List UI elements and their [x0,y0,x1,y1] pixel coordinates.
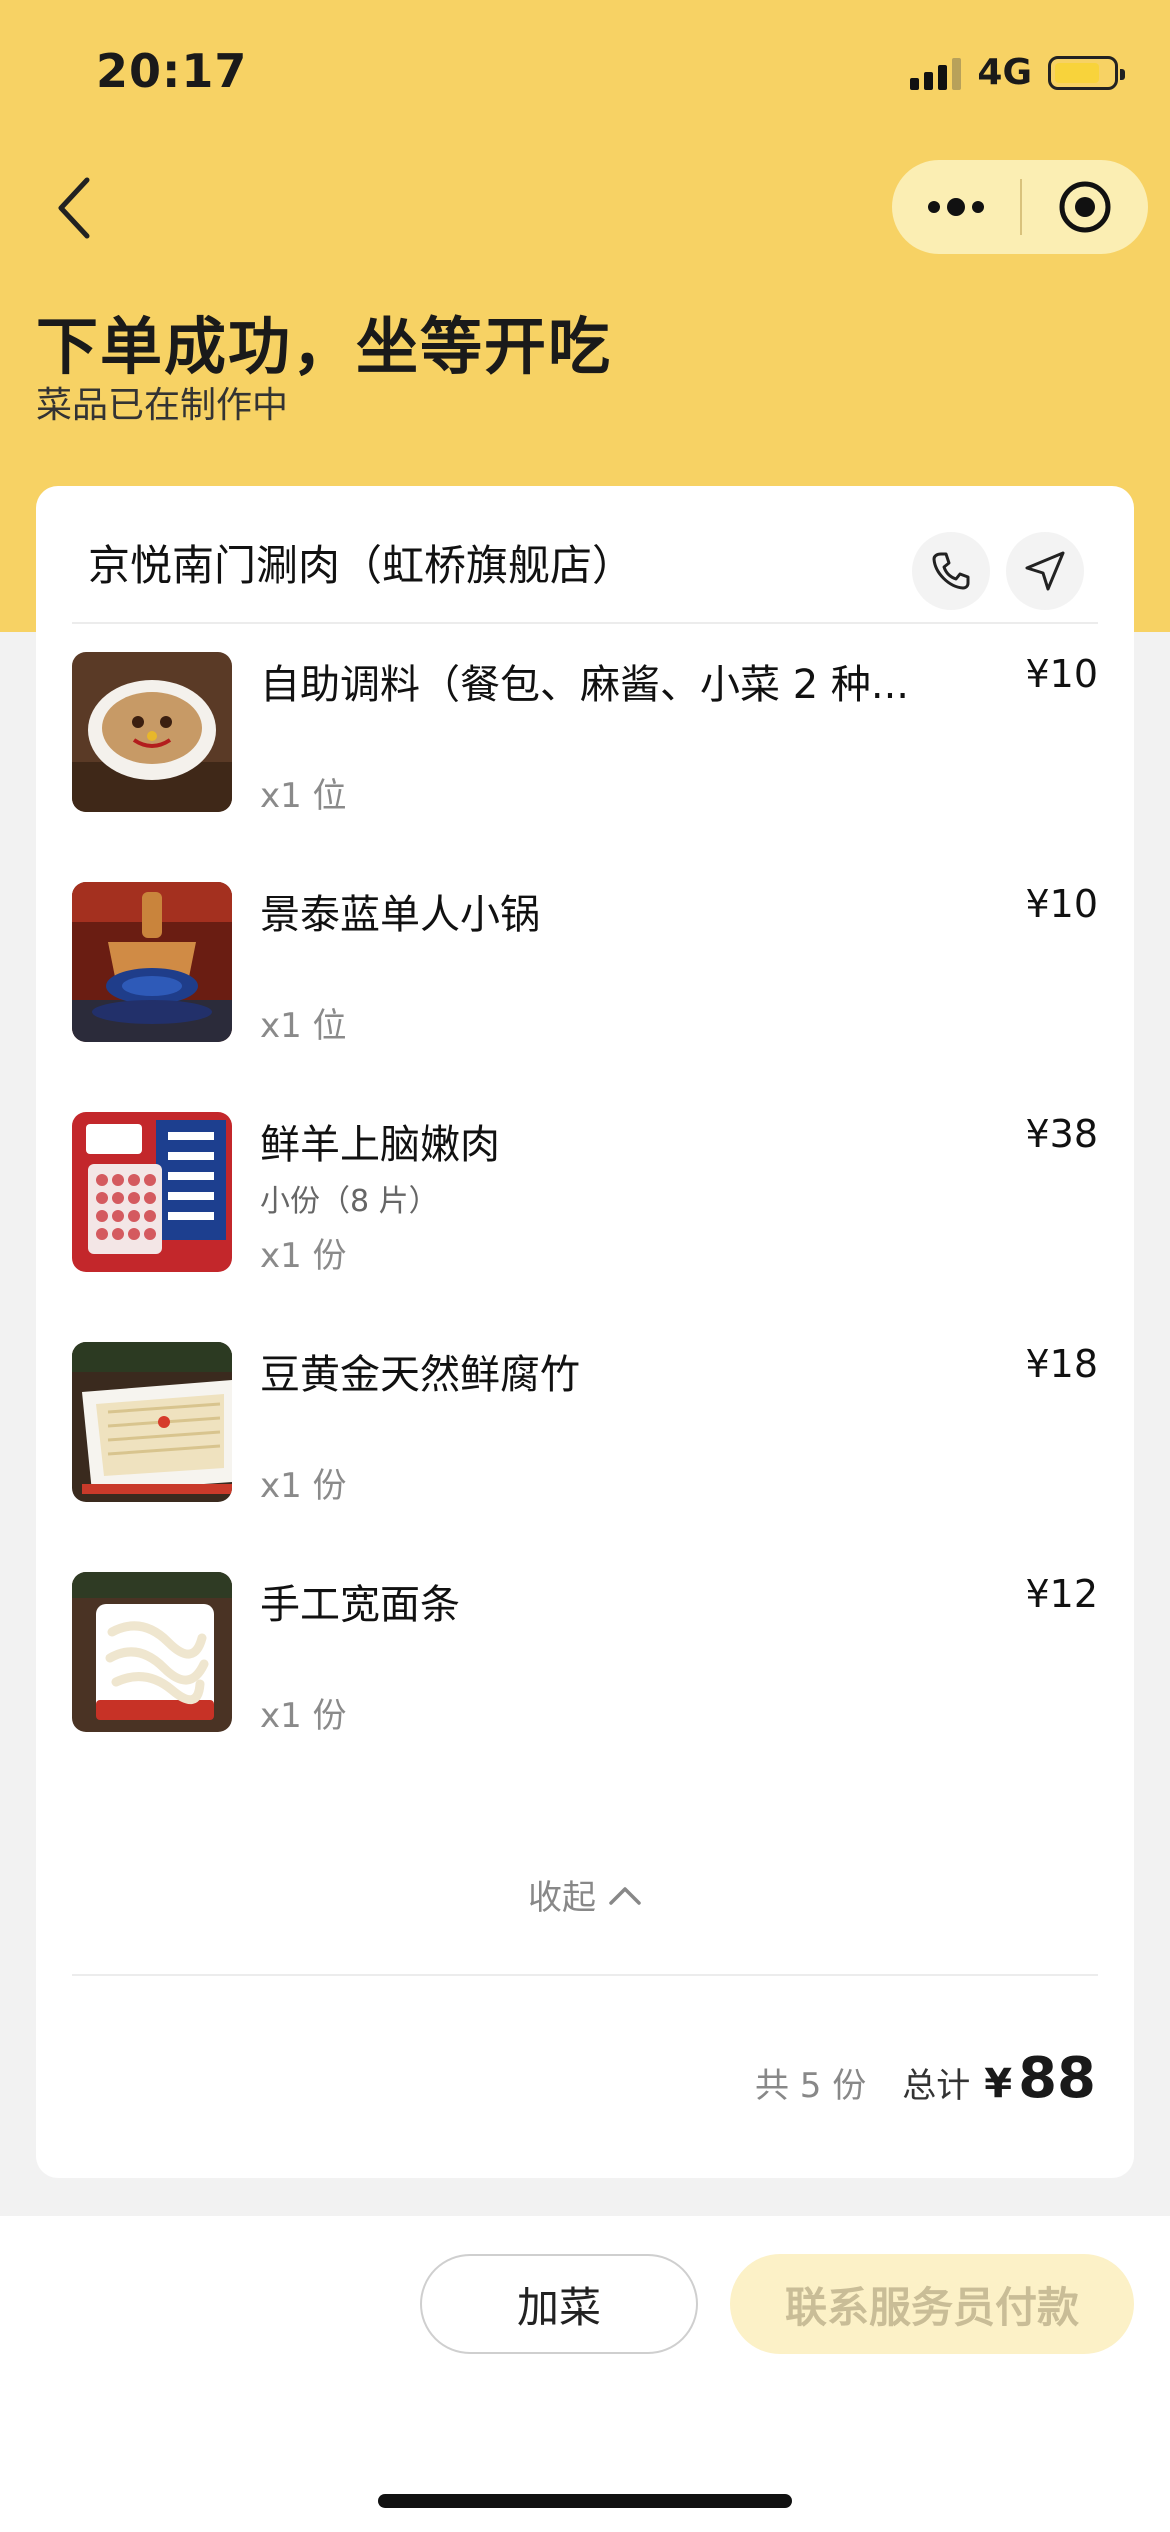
item-count: 共 5 份 [754,2066,867,2106]
network-type: 4G [977,52,1032,93]
home-indicator[interactable] [378,2494,792,2508]
signal-icon [910,56,962,90]
item-quantity: x1 位 [260,776,347,816]
item-price: ¥10 [1025,882,1098,926]
item-quantity: x1 位 [260,1006,347,1046]
more-button[interactable] [892,160,1020,254]
status-bar: 20:17 4G [0,0,1170,140]
page-subtitle: 菜品已在制作中 [36,385,289,426]
bottom-action-bar: 加菜 联系服务员付款 [0,2216,1170,2532]
dish-image-lamb [72,1112,232,1272]
summary-divider [72,1974,1098,1976]
collapse-toggle[interactable]: 收起 [36,1870,1134,1919]
item-name: 景泰蓝单人小锅 [260,892,540,938]
status-indicators: 4G [910,52,1125,93]
item-quantity: x1 份 [260,1696,347,1736]
order-item: 手工宽面条 x1 份 ¥12 [72,1572,1098,1742]
item-quantity: x1 份 [260,1466,347,1506]
total-amount: 88 [1018,2046,1096,2111]
store-header: 京悦南门涮肉（虹桥旗舰店） [36,486,1134,624]
store-divider [72,622,1098,624]
total-currency: ¥ [984,2061,1013,2107]
call-store-button[interactable] [912,532,990,610]
order-item: 自助调料（餐包、麻酱、小菜 2 种... x1 位 ¥10 [72,652,1098,822]
back-arrow-icon [58,177,90,239]
collapse-label: 收起 [528,1878,596,1918]
chevron-up-icon [609,1886,641,1905]
item-name: 鲜羊上脑嫩肉 [260,1122,500,1168]
order-item: 豆黄金天然鲜腐竹 x1 份 ¥18 [72,1342,1098,1512]
dish-image-noodles [72,1572,232,1732]
navigate-arrow-icon [1025,551,1065,591]
status-time: 20:17 [96,44,248,98]
add-dish-button[interactable]: 加菜 [420,2254,698,2354]
order-summary: 共 5 份 总计 ¥ 88 [755,2046,1096,2111]
item-spec: 小份（8 片） [260,1184,439,1219]
back-button[interactable] [40,168,110,248]
mini-program-capsule [892,160,1148,254]
item-name: 豆黄金天然鲜腐竹 [260,1352,580,1398]
dish-image-sauce [72,652,232,812]
item-quantity: x1 份 [260,1236,347,1276]
item-price: ¥10 [1025,652,1098,696]
order-item: 鲜羊上脑嫩肉 小份（8 片） x1 份 ¥38 [72,1112,1098,1282]
pay-button[interactable]: 联系服务员付款 [730,2254,1134,2354]
item-name: 手工宽面条 [260,1582,460,1628]
page-title: 下单成功，坐等开吃 [36,310,613,383]
order-card: 京悦南门涮肉（虹桥旗舰店） 自助调料（餐包、麻酱、小菜 2 种... x1 位 … [36,486,1134,2178]
close-target-icon [1059,181,1111,233]
order-item: 景泰蓝单人小锅 x1 位 ¥10 [72,882,1098,1052]
item-price: ¥12 [1025,1572,1098,1616]
store-name[interactable]: 京悦南门涮肉（虹桥旗舰店） [88,532,634,593]
dish-image-hotpot [72,882,232,1042]
total-label: 总计 [902,2066,971,2106]
item-name: 自助调料（餐包、麻酱、小菜 2 种... [260,662,910,708]
more-dots-icon [928,201,940,213]
dish-image-tofu-skin [72,1342,232,1502]
close-button[interactable] [1022,160,1148,254]
battery-icon [1048,55,1125,90]
phone-icon [932,552,970,590]
navigate-button[interactable] [1006,532,1084,610]
item-price: ¥18 [1025,1342,1098,1386]
item-price: ¥38 [1025,1112,1098,1156]
